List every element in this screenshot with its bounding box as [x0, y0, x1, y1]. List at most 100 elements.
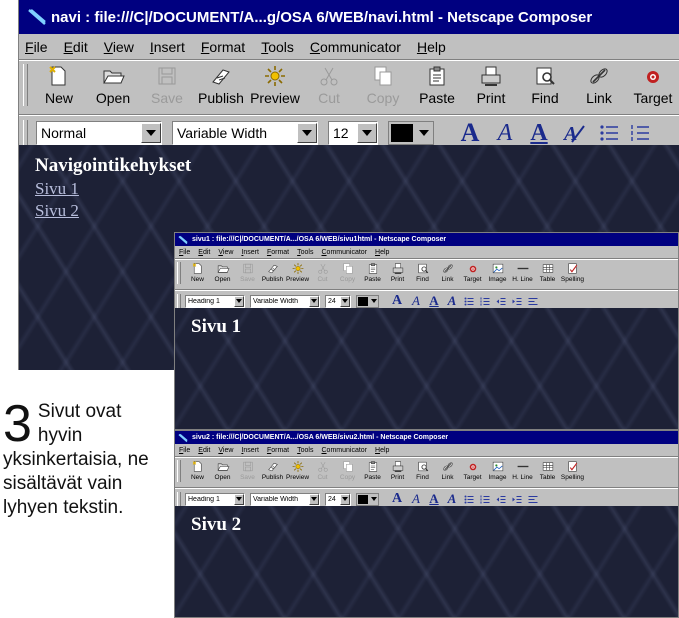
paste-button[interactable]: Paste — [360, 262, 385, 283]
menu-communicator[interactable]: Communicator — [321, 249, 367, 256]
image-button[interactable]: Image — [485, 460, 510, 481]
alignment-icon[interactable] — [525, 297, 541, 306]
italic-icon[interactable]: A — [407, 491, 425, 507]
spelling-button[interactable]: Spelling — [560, 460, 585, 481]
menu-insert[interactable]: Insert — [150, 39, 185, 55]
cut-button[interactable]: Cut — [310, 262, 335, 283]
table-button[interactable]: Table — [535, 460, 560, 481]
paste-button[interactable]: Paste — [412, 64, 462, 106]
menu-help[interactable]: Help — [375, 447, 389, 454]
font-select[interactable]: Variable Width — [250, 492, 320, 506]
page-editing-area[interactable]: Sivu 1 — [175, 308, 678, 429]
link-button[interactable]: Link — [574, 64, 624, 106]
dropdown-arrow-icon[interactable] — [357, 123, 377, 143]
font-size-select[interactable]: 12 — [328, 121, 378, 145]
menu-file[interactable]: File — [25, 39, 48, 55]
menu-edit[interactable]: Edit — [198, 447, 210, 454]
dropdown-arrow-icon[interactable] — [309, 493, 319, 505]
menu-tools[interactable]: Tools — [261, 39, 294, 55]
menu-view[interactable]: View — [218, 447, 233, 454]
link-sivu-1[interactable]: Sivu 1 — [35, 179, 79, 199]
clear-styles-icon[interactable]: A — [556, 122, 592, 144]
underline-icon[interactable]: A — [425, 293, 443, 309]
open-button[interactable]: Open — [88, 64, 138, 106]
publish-button[interactable]: Publish — [196, 64, 246, 106]
paragraph-style-select[interactable]: Heading 1 — [185, 294, 245, 308]
dropdown-arrow-icon[interactable] — [340, 493, 350, 505]
preview-button[interactable]: Preview — [250, 64, 300, 106]
italic-icon[interactable]: A — [488, 120, 522, 147]
link-button[interactable]: Link — [435, 262, 460, 283]
copy-button[interactable]: Copy — [358, 64, 408, 106]
numbered-list-icon[interactable] — [477, 495, 493, 504]
find-button[interactable]: Find — [410, 460, 435, 481]
decrease-indent-icon[interactable] — [493, 297, 509, 306]
clear-styles-icon[interactable]: A — [443, 491, 461, 507]
target-button[interactable]: Target — [628, 64, 678, 106]
increase-indent-icon[interactable] — [509, 297, 525, 306]
save-button[interactable]: Save — [142, 64, 192, 106]
table-button[interactable]: Table — [535, 262, 560, 283]
underline-icon[interactable]: A — [425, 491, 443, 507]
copy-button[interactable]: Copy — [335, 460, 360, 481]
text-color-button[interactable] — [388, 121, 434, 145]
link-sivu-2[interactable]: Sivu 2 — [35, 201, 79, 221]
menu-help[interactable]: Help — [417, 39, 446, 55]
paragraph-style-select[interactable]: Heading 1 — [185, 492, 245, 506]
dropdown-arrow-icon[interactable] — [297, 123, 317, 143]
page-editing-area[interactable]: Sivu 2 — [175, 506, 678, 617]
new-button[interactable]: New — [185, 262, 210, 283]
print-button[interactable]: Print — [385, 460, 410, 481]
bullet-list-icon[interactable] — [461, 495, 477, 504]
menu-communicator[interactable]: Communicator — [310, 39, 401, 55]
menu-edit[interactable]: Edit — [198, 249, 210, 256]
h-line-button[interactable]: H. Line — [510, 460, 535, 481]
dropdown-arrow-icon[interactable] — [369, 497, 378, 501]
print-button[interactable]: Print — [385, 262, 410, 283]
find-button[interactable]: Find — [410, 262, 435, 283]
italic-icon[interactable]: A — [407, 293, 425, 309]
dropdown-arrow-icon[interactable] — [340, 295, 350, 307]
preview-button[interactable]: Preview — [285, 262, 310, 283]
paste-button[interactable]: Paste — [360, 460, 385, 481]
menu-format[interactable]: Format — [201, 39, 245, 55]
print-button[interactable]: Print — [466, 64, 516, 106]
new-button[interactable]: New — [34, 64, 84, 106]
dropdown-arrow-icon[interactable] — [234, 295, 244, 307]
alignment-icon[interactable] — [525, 495, 541, 504]
font-select[interactable]: Variable Width — [250, 294, 320, 308]
spelling-button[interactable]: Spelling — [560, 262, 585, 283]
dropdown-arrow-icon[interactable] — [369, 299, 378, 303]
toolbar-grip[interactable] — [23, 120, 28, 146]
new-button[interactable]: New — [185, 460, 210, 481]
text-color-button[interactable] — [356, 294, 379, 308]
link-button[interactable]: Link — [435, 460, 460, 481]
menu-file[interactable]: File — [179, 249, 190, 256]
menu-view[interactable]: View — [104, 39, 134, 55]
dropdown-arrow-icon[interactable] — [141, 123, 161, 143]
image-button[interactable]: Image — [485, 262, 510, 283]
numbered-list-icon[interactable] — [477, 297, 493, 306]
cut-button[interactable]: Cut — [310, 460, 335, 481]
dropdown-arrow-icon[interactable] — [309, 295, 319, 307]
menu-tools[interactable]: Tools — [297, 447, 313, 454]
menu-format[interactable]: Format — [267, 447, 289, 454]
cut-button[interactable]: Cut — [304, 64, 354, 106]
open-button[interactable]: Open — [210, 460, 235, 481]
increase-indent-icon[interactable] — [509, 495, 525, 504]
menu-edit[interactable]: Edit — [64, 39, 88, 55]
menu-file[interactable]: File — [179, 447, 190, 454]
target-button[interactable]: Target — [460, 460, 485, 481]
numbered-list-icon[interactable] — [626, 124, 654, 142]
toolbar-grip[interactable] — [177, 293, 181, 309]
toolbar-grip[interactable] — [177, 262, 181, 284]
font-size-increase-icon[interactable]: A — [452, 118, 488, 148]
toolbar-grip[interactable] — [177, 491, 181, 507]
bullet-list-icon[interactable] — [461, 297, 477, 306]
font-size-increase-icon[interactable]: A — [387, 491, 407, 507]
toolbar-grip[interactable] — [23, 64, 28, 106]
target-button[interactable]: Target — [460, 262, 485, 283]
publish-button[interactable]: Publish — [260, 262, 285, 283]
open-button[interactable]: Open — [210, 262, 235, 283]
h-line-button[interactable]: H. Line — [510, 262, 535, 283]
